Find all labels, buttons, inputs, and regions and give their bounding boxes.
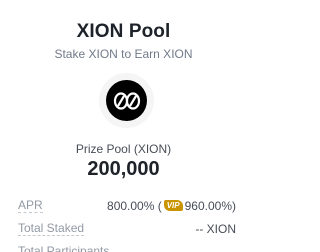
apr-base-value: 800.00% (: [107, 198, 162, 213]
apr-row: APR 800.00% ( VIP 960.00%): [18, 198, 236, 213]
total-participants-label[interactable]: Total Participants: [18, 244, 109, 252]
vip-badge: VIP: [163, 200, 183, 211]
pool-card: XION Pool Stake XION to Earn XION Prize …: [0, 0, 247, 252]
prize-pool-value: 200,000: [87, 158, 160, 180]
total-participants-row: Total Participants: [18, 244, 236, 252]
xion-token-icon: [106, 80, 147, 121]
total-staked-value: -- XION: [195, 221, 236, 236]
token-logo: [99, 73, 154, 128]
apr-label[interactable]: APR: [18, 198, 43, 213]
total-staked-row: Total Staked -- XION: [18, 221, 236, 236]
prize-pool-label: Prize Pool (XION): [75, 142, 172, 156]
pool-subtitle: Stake XION to Earn XION: [54, 47, 193, 61]
total-staked-label[interactable]: Total Staked: [18, 221, 85, 236]
pool-title: XION Pool: [76, 21, 171, 42]
apr-value: 800.00% ( VIP 960.00%): [107, 199, 236, 213]
apr-vip-value: 960.00%): [184, 198, 236, 213]
